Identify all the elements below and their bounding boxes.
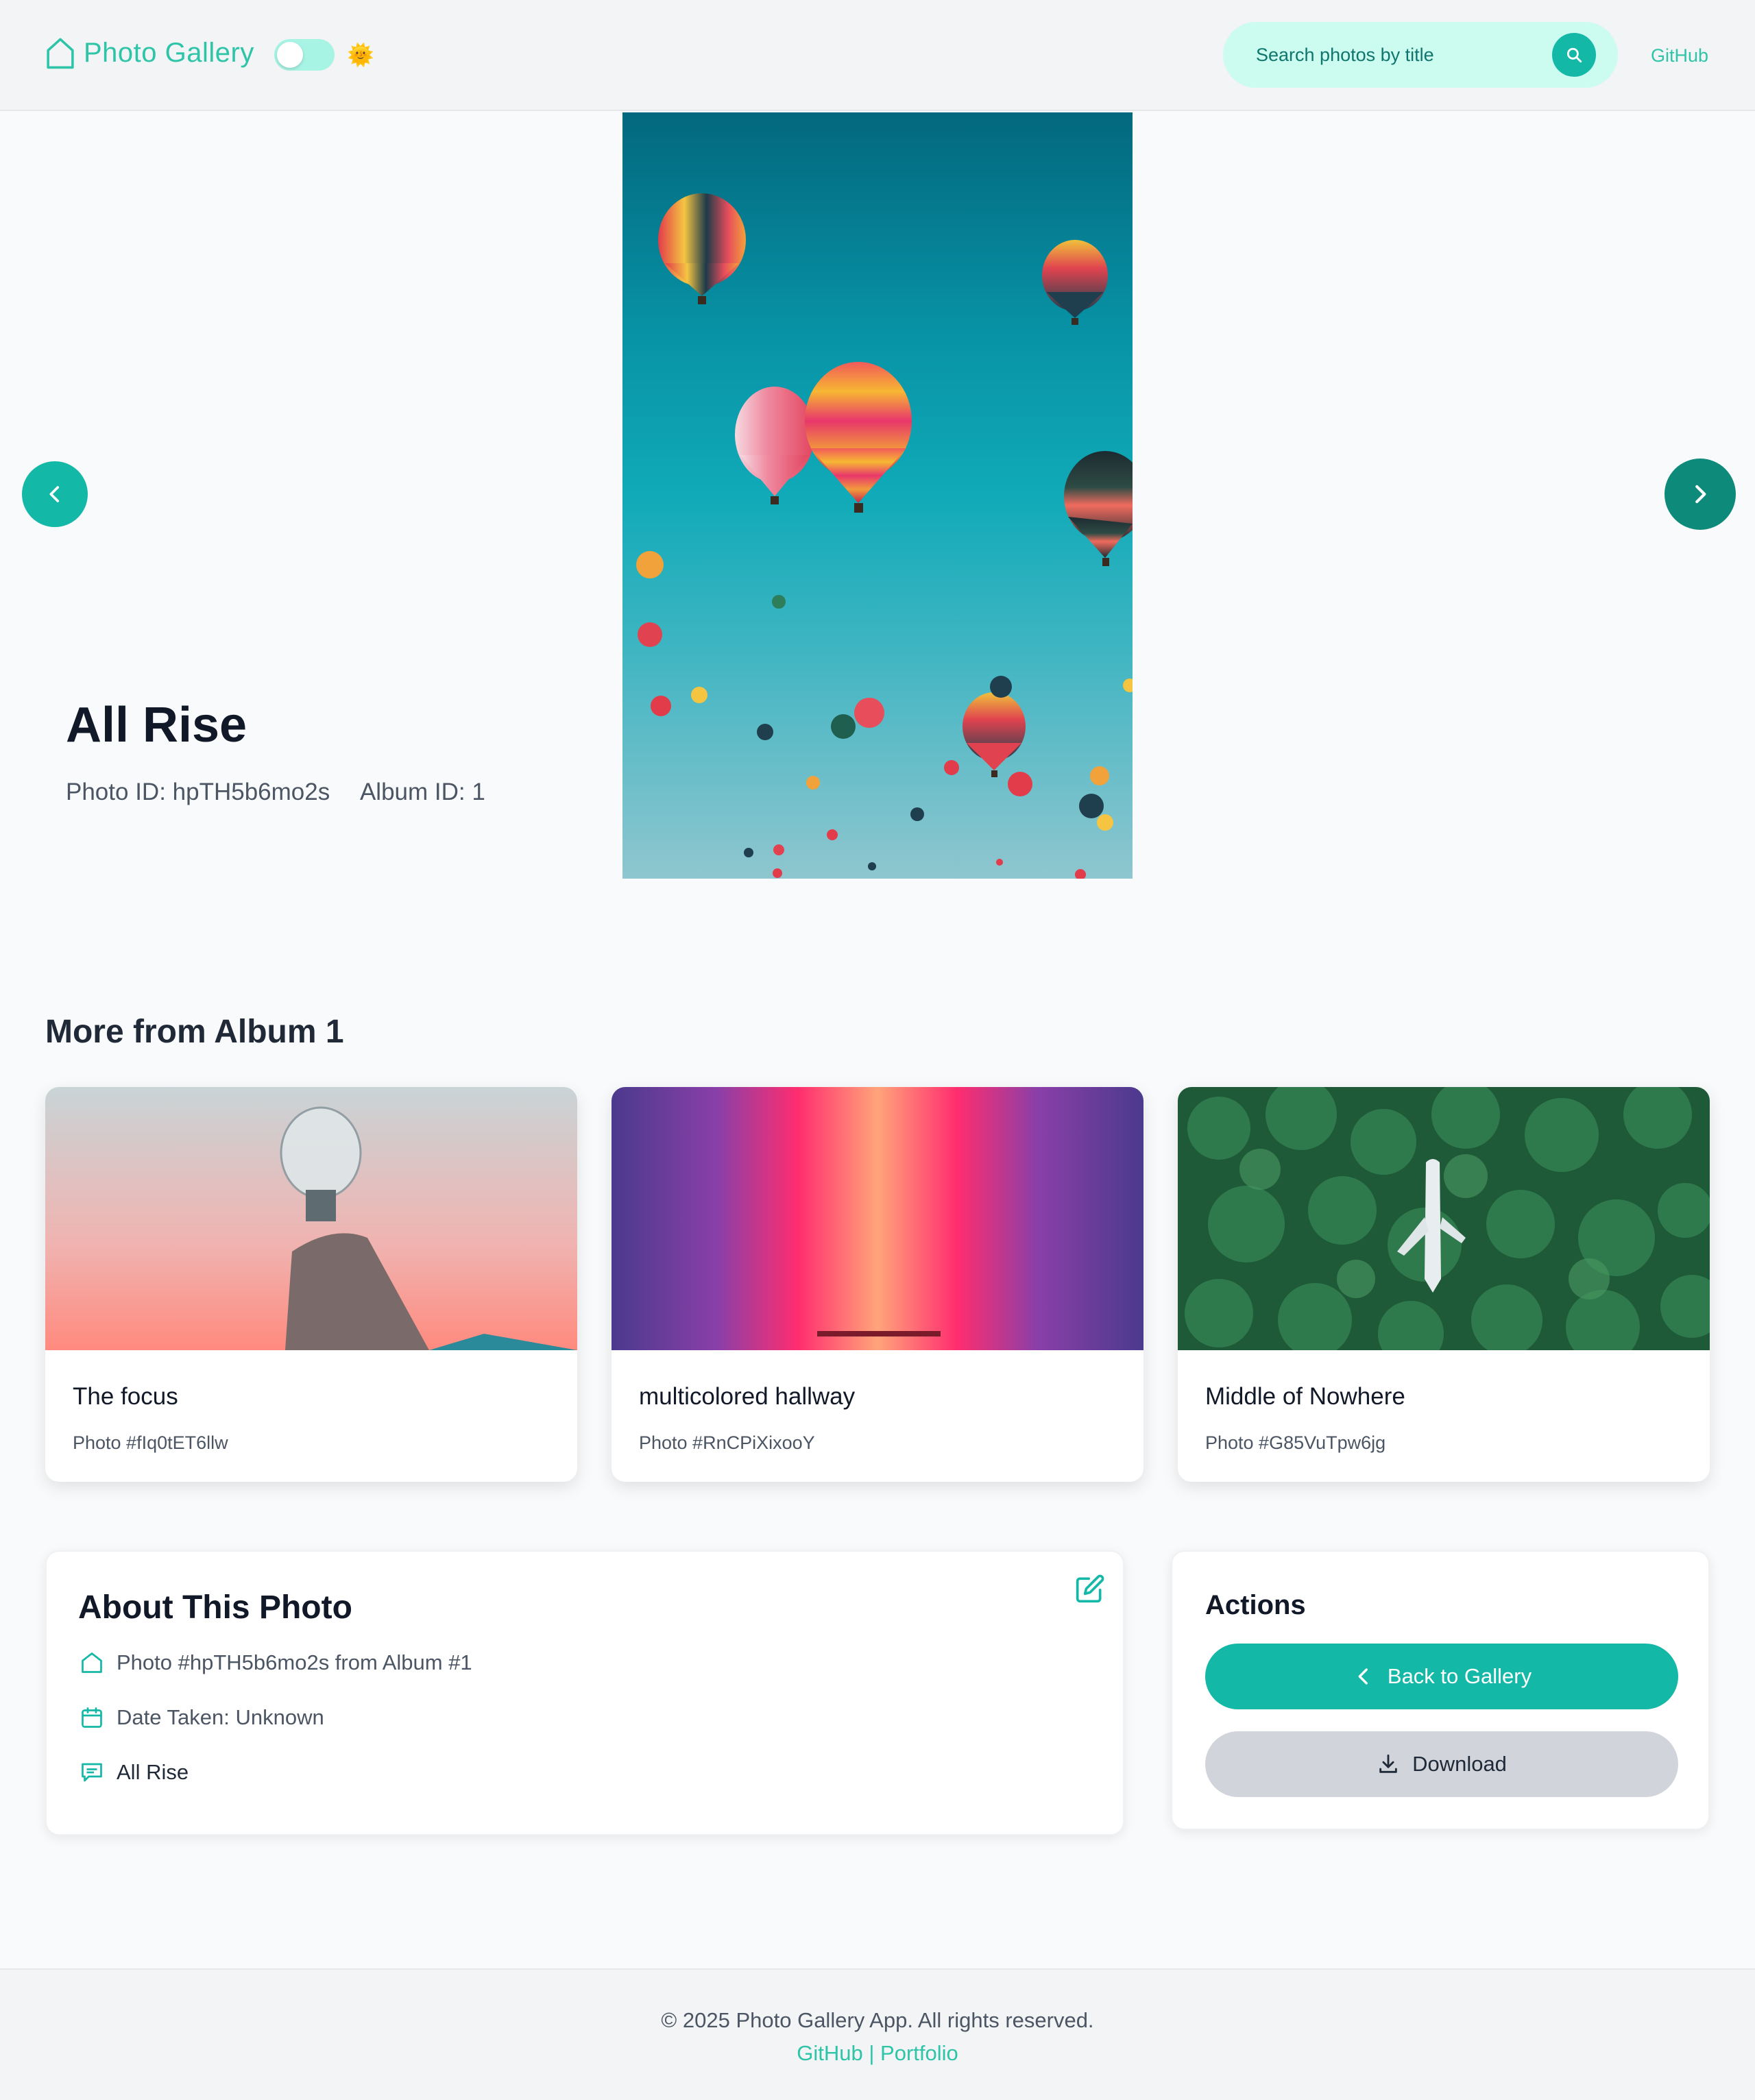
about-row-date: Date Taken: Unknown — [80, 1705, 324, 1730]
footer-portfolio-link[interactable]: Portfolio — [880, 2041, 958, 2065]
next-photo-button[interactable] — [1665, 459, 1736, 530]
download-label: Download — [1412, 1752, 1507, 1776]
search-bar — [1223, 22, 1618, 88]
about-row-photo: Photo #hpTH5b6mo2s from Album #1 — [80, 1650, 472, 1675]
search-button[interactable] — [1552, 33, 1596, 77]
toggle-knob — [277, 42, 303, 68]
calendar-icon — [82, 1707, 102, 1728]
album-photo-card[interactable]: Middle of Nowhere Photo #G85VuTpw6jg — [1178, 1087, 1710, 1482]
about-row-text: All Rise — [117, 1760, 189, 1784]
top-navbar: Photo Gallery 🌞 GitHub — [0, 0, 1755, 111]
about-heading: About This Photo — [78, 1589, 352, 1626]
back-to-gallery-button[interactable]: Back to Gallery — [1205, 1644, 1678, 1709]
photo-meta: Photo ID: hpTH5b6mo2s Album ID: 1 — [66, 779, 485, 806]
card-title: Middle of Nowhere — [1205, 1383, 1405, 1410]
download-icon — [1379, 1754, 1397, 1773]
album-photo-card[interactable]: multicolored hallway Photo #RnCPiXixooY — [612, 1087, 1143, 1482]
card-subtitle: Photo #G85VuTpw6jg — [1205, 1432, 1386, 1453]
theme-toggle[interactable] — [274, 39, 335, 71]
chevron-left-icon — [49, 486, 60, 502]
card-title: multicolored hallway — [639, 1383, 856, 1410]
footer-github-link[interactable]: GitHub — [797, 2041, 862, 2065]
photo-title: All Rise — [66, 698, 247, 753]
page-footer: © 2025 Photo Gallery App. All rights res… — [0, 1968, 1755, 2100]
footer-separator: | — [869, 2041, 875, 2065]
github-link[interactable]: GitHub — [1651, 45, 1708, 66]
search-icon — [1566, 47, 1582, 63]
about-row-title: All Rise — [80, 1760, 189, 1785]
copyright-text: © 2025 Photo Gallery App. All rights res… — [661, 2008, 1094, 2032]
footer-links: GitHub | Portfolio — [0, 2041, 1755, 2066]
previous-photo-button[interactable] — [22, 461, 88, 527]
sun-icon: 🌞 — [347, 42, 374, 67]
home-icon — [47, 38, 74, 69]
card-subtitle: Photo #RnCPiXixooY — [639, 1432, 815, 1453]
album-id-label: Album ID: 1 — [359, 779, 485, 805]
photo-id-label: Photo ID: hpTH5b6mo2s — [66, 779, 330, 805]
album-photo-card[interactable]: The focus Photo #fIq0tET6llw — [45, 1087, 577, 1482]
about-photo-panel: About This Photo Photo #hpTH5b6mo2s from… — [45, 1550, 1124, 1835]
search-input[interactable] — [1256, 38, 1530, 71]
edit-icon — [1076, 1574, 1104, 1603]
comment-icon — [82, 1763, 102, 1782]
chevron-left-icon — [1358, 1668, 1368, 1685]
balloons-illustration — [636, 193, 1133, 879]
download-button[interactable]: Download — [1205, 1731, 1678, 1797]
card-thumbnail — [612, 1087, 1143, 1350]
edit-button[interactable] — [1075, 1574, 1105, 1604]
hero-section: All Rise Photo ID: hpTH5b6mo2s Album ID:… — [0, 112, 1755, 880]
card-subtitle: Photo #fIq0tET6llw — [73, 1432, 228, 1453]
hero-photo — [622, 112, 1133, 879]
card-title: The focus — [73, 1383, 178, 1410]
actions-panel: Actions Back to Gallery Download — [1171, 1550, 1710, 1830]
actions-heading: Actions — [1205, 1590, 1306, 1620]
more-from-album-heading: More from Album 1 — [45, 1014, 344, 1050]
back-to-gallery-label: Back to Gallery — [1387, 1664, 1532, 1688]
brand-link[interactable]: Photo Gallery — [45, 36, 254, 70]
home-icon — [82, 1652, 102, 1673]
chevron-right-icon — [1695, 485, 1706, 504]
about-row-text: Date Taken: Unknown — [117, 1705, 324, 1729]
about-row-text: Photo #hpTH5b6mo2s from Album #1 — [117, 1650, 472, 1674]
card-thumbnail — [1178, 1087, 1710, 1350]
brand-title: Photo Gallery — [84, 37, 254, 68]
card-thumbnail — [45, 1087, 577, 1350]
